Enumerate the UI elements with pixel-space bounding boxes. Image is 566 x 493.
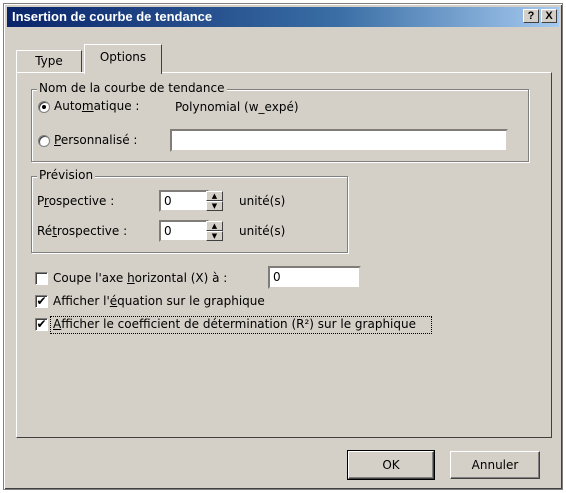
radio-selected-dot <box>42 105 46 109</box>
forward-unit: unité(s) <box>239 194 286 208</box>
automatic-radio[interactable] <box>38 101 50 113</box>
title-bar[interactable]: Insertion de courbe de tendance ? X <box>7 7 559 27</box>
backward-input[interactable]: 0 <box>159 220 209 242</box>
ok-button[interactable]: OK <box>347 450 435 480</box>
help-button[interactable]: ? <box>523 9 539 23</box>
intercept-label[interactable]: Coupe l'axe horizontal (X) à : <box>53 271 227 285</box>
cancel-button[interactable]: Annuler <box>450 451 540 479</box>
automatic-label[interactable]: Automatique : <box>54 99 139 113</box>
tab-options[interactable]: Options <box>84 44 162 74</box>
tab-options-label: Options <box>99 50 147 64</box>
forward-input[interactable]: 0 <box>159 190 209 212</box>
trendline-dialog: Insertion de courbe de tendance ? X Type… <box>3 3 563 490</box>
custom-name-input[interactable] <box>170 129 508 152</box>
backward-unit: unité(s) <box>239 224 286 238</box>
spin-up-icon[interactable]: ▲ <box>206 191 223 201</box>
equation-label[interactable]: Afficher l'équation sur le graphique <box>53 294 265 308</box>
forecast-legend: Prévision <box>37 168 96 182</box>
backward-label: Rétrospective : <box>37 224 128 238</box>
forward-spinner[interactable]: ▲ ▼ <box>206 191 223 211</box>
automatic-value: Polynomial (w_expé) <box>175 100 299 114</box>
custom-label[interactable]: Personnalisé : <box>54 133 137 147</box>
tab-type[interactable]: Type <box>16 50 82 72</box>
options-panel: Nom de la courbe de tendance Automatique… <box>16 72 552 438</box>
custom-radio[interactable] <box>38 135 50 147</box>
intercept-checkbox[interactable] <box>35 272 48 285</box>
spin-up-icon[interactable]: ▲ <box>206 221 223 231</box>
trendline-name-legend: Nom de la courbe de tendance <box>37 81 227 95</box>
r2-label[interactable]: Afficher le coefficient de détermination… <box>53 317 416 331</box>
forward-label: Prospective : <box>37 194 115 208</box>
intercept-input[interactable]: 0 <box>268 266 361 289</box>
equation-checkbox[interactable]: ✔ <box>35 295 48 308</box>
spin-down-icon[interactable]: ▼ <box>206 201 223 211</box>
close-button[interactable]: X <box>541 9 557 23</box>
backward-spinner[interactable]: ▲ ▼ <box>206 221 223 241</box>
r2-checkbox[interactable]: ✔ <box>35 318 48 331</box>
spin-down-icon[interactable]: ▼ <box>206 231 223 241</box>
tab-type-label: Type <box>35 54 63 68</box>
window-title: Insertion de courbe de tendance <box>12 9 213 24</box>
